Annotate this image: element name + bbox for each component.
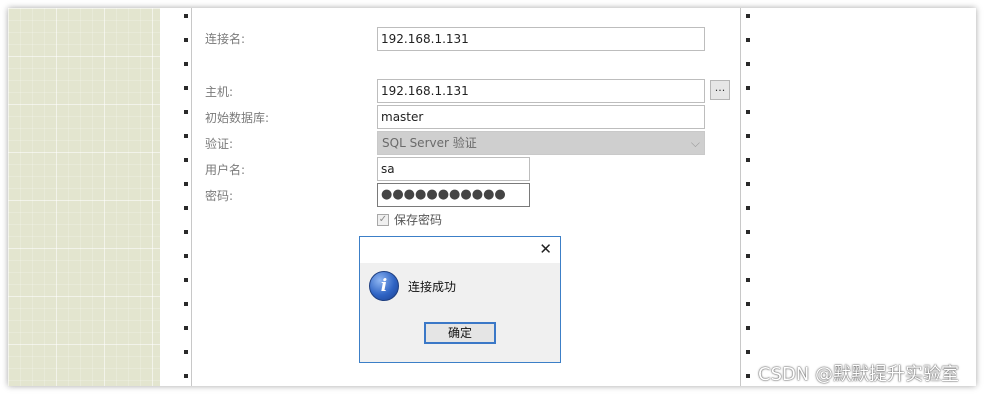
grid-background <box>8 8 160 386</box>
username-input[interactable]: sa <box>377 157 530 181</box>
authentication-label: 验证: <box>205 137 234 151</box>
screenshot-frame: 连接名: 192.168.1.131 主机: 192.168.1.131 ...… <box>8 8 976 386</box>
left-tick-column <box>184 8 188 386</box>
password-input[interactable]: ●●●●●●●●●●● <box>377 183 530 207</box>
info-icon: i <box>369 271 399 301</box>
connection-name-label: 连接名: <box>205 32 246 46</box>
dialog-titlebar: ✕ <box>360 237 560 263</box>
save-password-label: 保存密码 <box>394 213 443 227</box>
authentication-select[interactable]: SQL Server 验证 ⌵ <box>377 131 705 155</box>
initial-database-label: 初始数据库: <box>205 111 270 125</box>
username-label: 用户名: <box>205 163 246 177</box>
save-password-checkbox[interactable]: ✓ <box>377 214 389 226</box>
checkmark-icon: ✓ <box>378 214 388 225</box>
connection-name-input[interactable]: 192.168.1.131 <box>377 27 705 51</box>
panel-right-border <box>740 8 741 386</box>
chevron-down-icon: ⌵ <box>690 136 700 150</box>
browse-host-button[interactable]: ... <box>710 80 730 100</box>
message-dialog: ✕ i 连接成功 确定 <box>359 236 561 363</box>
host-label: 主机: <box>205 85 234 99</box>
watermark: CSDN @默默提升实验室 <box>758 364 960 385</box>
authentication-value: SQL Server 验证 <box>382 136 477 150</box>
right-tick-column <box>746 8 750 386</box>
close-icon[interactable]: ✕ <box>539 240 552 258</box>
password-label: 密码: <box>205 189 234 203</box>
host-input[interactable]: 192.168.1.131 <box>377 79 705 103</box>
initial-database-input[interactable]: master <box>377 105 705 129</box>
dialog-message: 连接成功 <box>408 280 457 294</box>
ok-button[interactable]: 确定 <box>424 322 496 344</box>
